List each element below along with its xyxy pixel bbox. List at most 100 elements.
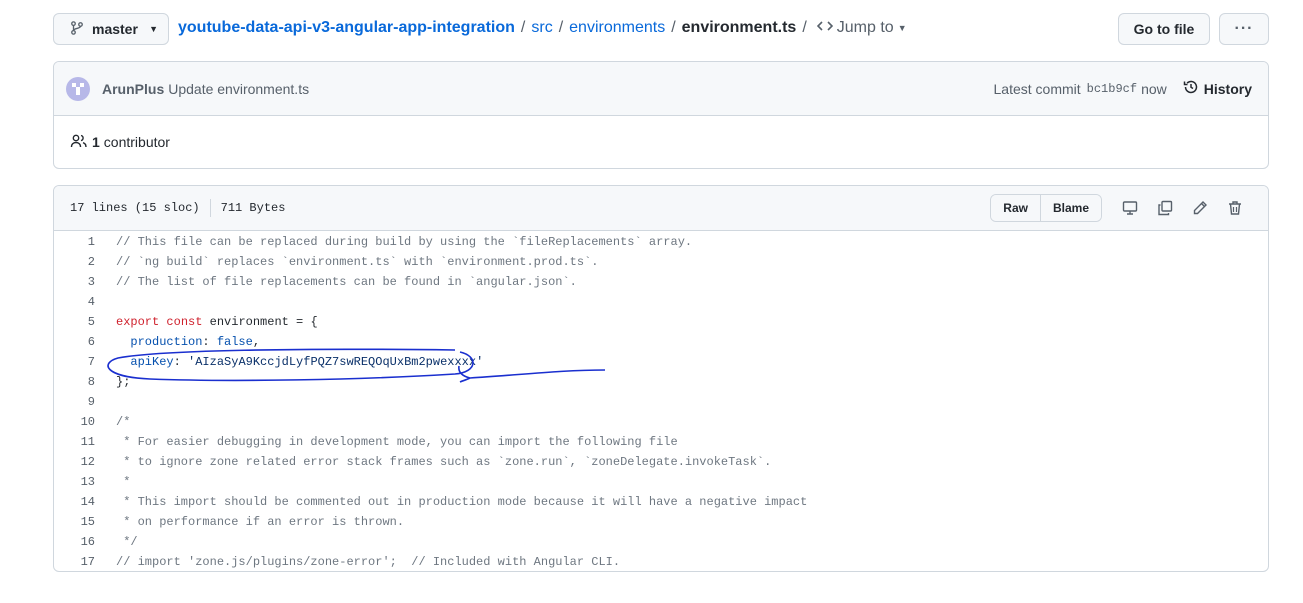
line-content: // This file can be replaced during buil…	[95, 235, 692, 249]
code-token: false	[216, 335, 253, 349]
commit-time: now	[1141, 80, 1167, 97]
commit-message-link[interactable]: Update environment.ts	[168, 81, 309, 97]
line-number[interactable]: 6	[54, 335, 95, 349]
code-token: // This file can be replaced during buil…	[116, 235, 693, 249]
trash-icon[interactable]	[1217, 194, 1252, 222]
line-number[interactable]: 5	[54, 315, 95, 329]
code-token: environment = {	[202, 315, 318, 329]
line-number[interactable]: 11	[54, 435, 95, 449]
latest-commit-label: Latest commit	[993, 80, 1081, 97]
branch-select-button[interactable]: master ▼	[53, 13, 169, 45]
code-line: 14 * This import should be commented out…	[54, 492, 1268, 512]
file-viewer: 17 lines (15 sloc) 711 Bytes Raw Blame 1…	[53, 185, 1269, 572]
copy-icon[interactable]	[1147, 194, 1182, 222]
caret-down-icon: ▼	[897, 23, 907, 33]
avatar[interactable]	[66, 76, 90, 101]
code-line: 2 // `ng build` replaces `environment.ts`…	[54, 252, 1268, 272]
raw-blame-group: Raw Blame	[990, 194, 1102, 222]
code-token: // import 'zone.js/plugins/zone-error'; …	[116, 555, 621, 569]
file-navigation: master ▼ youtube-data-api-v3-angular-app…	[53, 13, 1269, 47]
pencil-icon[interactable]	[1182, 194, 1217, 222]
code-token: */	[116, 535, 138, 549]
code-token: // The list of file replacements can be …	[116, 275, 577, 289]
history-label: History	[1203, 80, 1252, 97]
code-line: 8};	[54, 372, 1268, 392]
code-line: 16 */	[54, 532, 1268, 552]
breadcrumb-environments-link[interactable]: environments	[569, 19, 665, 37]
line-number[interactable]: 16	[54, 535, 95, 549]
git-branch-icon	[70, 20, 84, 39]
line-number[interactable]: 3	[54, 275, 95, 289]
line-content: * on performance if an error is thrown.	[95, 515, 404, 529]
commit-author-link[interactable]: ArunPlus	[102, 81, 164, 97]
code-token: *	[116, 475, 131, 489]
breadcrumb-repo-link[interactable]: youtube-data-api-v3-angular-app-integrat…	[178, 19, 515, 37]
line-number[interactable]: 17	[54, 555, 95, 569]
code-icon	[816, 19, 833, 37]
file-header: 17 lines (15 sloc) 711 Bytes Raw Blame	[54, 186, 1268, 231]
people-icon	[70, 133, 88, 152]
desktop-icon[interactable]	[1112, 194, 1147, 222]
line-content: */	[95, 535, 138, 549]
breadcrumb-src-link[interactable]: src	[531, 19, 552, 37]
jump-to-label: Jump to	[836, 19, 894, 36]
code-line: 13 *	[54, 472, 1268, 492]
code-token: :	[202, 335, 217, 349]
commit-sha-link[interactable]: bc1b9cf	[1087, 82, 1137, 96]
line-number[interactable]: 10	[54, 415, 95, 429]
more-options-button[interactable]: ···	[1219, 13, 1269, 45]
code-line: 1 // This file can be replaced during bui…	[54, 232, 1268, 252]
code-line: 9	[54, 392, 1268, 412]
code-line: 4	[54, 292, 1268, 312]
history-icon	[1183, 79, 1199, 98]
code-line: 12 * to ignore zone related error stack …	[54, 452, 1268, 472]
code-token: const	[166, 315, 203, 329]
line-number[interactable]: 4	[54, 295, 95, 309]
branch-name: master	[92, 21, 138, 37]
commit-meta: Latest commit bc1b9cf now History	[994, 79, 1252, 98]
code-token: * to ignore zone related error stack fra…	[116, 455, 772, 469]
line-content: export const environment = {	[95, 315, 318, 329]
line-content: * to ignore zone related error stack fra…	[95, 455, 771, 469]
code-token: * on performance if an error is thrown.	[116, 515, 405, 529]
file-lines-info: 17 lines (15 sloc)	[70, 201, 200, 215]
code-token: // `ng build` replaces `environment.ts` …	[116, 255, 599, 269]
line-number[interactable]: 9	[54, 395, 95, 409]
line-content: // `ng build` replaces `environment.ts` …	[95, 255, 598, 269]
code-token: 'AIzaSyA9KccjdLyfPQZ7swREQOqUxBm2pwexxxx…	[188, 355, 484, 369]
contributors-row[interactable]: 1 contributor	[54, 116, 1268, 168]
line-content: /*	[95, 415, 130, 429]
line-number[interactable]: 15	[54, 515, 95, 529]
breadcrumb-file-name: environment.ts	[681, 19, 797, 36]
history-link[interactable]: History	[1183, 79, 1252, 98]
line-number[interactable]: 2	[54, 255, 95, 269]
contributor-label: contributor	[103, 134, 170, 150]
code-token: export	[116, 315, 160, 329]
code-token: apiKey	[130, 355, 174, 369]
raw-button[interactable]: Raw	[991, 195, 1040, 221]
line-number[interactable]: 8	[54, 375, 95, 389]
code-token: /*	[116, 415, 131, 429]
line-number[interactable]: 7	[54, 355, 95, 369]
line-number[interactable]: 1	[54, 235, 95, 249]
line-number[interactable]: 13	[54, 475, 95, 489]
line-number[interactable]: 12	[54, 455, 95, 469]
file-size: 711 Bytes	[220, 201, 286, 215]
jump-to-menu[interactable]: Jump to ▼	[816, 19, 907, 37]
code-token: };	[116, 375, 131, 389]
code-token: production	[130, 335, 203, 349]
kebab-horizontal-icon: ···	[1234, 20, 1254, 37]
code-line: 5 export const environment = {	[54, 312, 1268, 332]
line-content: production: false,	[95, 335, 260, 349]
blame-button[interactable]: Blame	[1039, 195, 1101, 221]
line-number[interactable]: 14	[54, 495, 95, 509]
code-view[interactable]: 1 // This file can be replaced during bui…	[54, 231, 1268, 571]
code-line: 15 * on performance if an error is throw…	[54, 512, 1268, 532]
code-line: 7 apiKey: 'AIzaSyA9KccjdLyfPQZ7swREQOqUx…	[54, 352, 1268, 372]
file-actions: Raw Blame	[990, 194, 1252, 222]
code-token: * This import should be commented out in…	[116, 495, 808, 509]
go-to-file-button[interactable]: Go to file	[1118, 13, 1210, 45]
code-token: ,	[252, 335, 261, 349]
